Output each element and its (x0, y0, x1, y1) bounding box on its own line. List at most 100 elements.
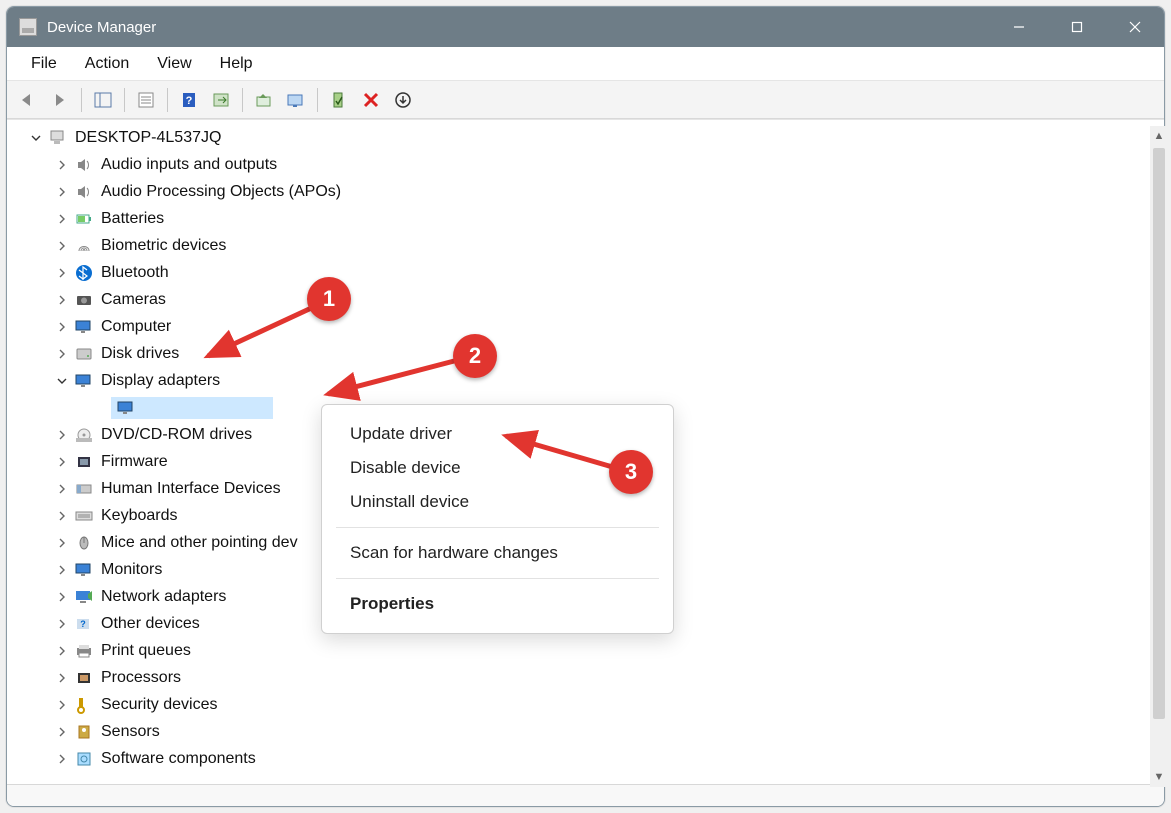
chevron-right-icon[interactable] (53, 426, 71, 444)
fingerprint-icon (73, 236, 95, 256)
tree-category[interactable]: Software components (13, 745, 1164, 772)
menu-file[interactable]: File (17, 51, 71, 77)
menu-view[interactable]: View (143, 51, 205, 77)
annotation-badge-3: 3 (609, 450, 653, 494)
chevron-right-icon[interactable] (53, 669, 71, 687)
tree-category[interactable]: Bluetooth (13, 259, 1164, 286)
scroll-track[interactable] (1150, 146, 1168, 767)
annotation-badge-2: 2 (453, 334, 497, 378)
close-button[interactable] (1106, 7, 1164, 47)
tree-category-label: Other devices (101, 616, 200, 632)
tree-category[interactable]: Computer (13, 313, 1164, 340)
chevron-right-icon[interactable] (53, 345, 71, 363)
chevron-right-icon[interactable] (53, 264, 71, 282)
tree-category-label: Software components (101, 751, 256, 767)
statusbar (7, 784, 1164, 806)
tree-category-label: Processors (101, 670, 181, 686)
tree-category[interactable]: Batteries (13, 205, 1164, 232)
update-driver-button[interactable] (249, 86, 279, 114)
tree-category-label: Monitors (101, 562, 162, 578)
tree-category-label: Audio Processing Objects (APOs) (101, 184, 341, 200)
chevron-right-icon[interactable] (53, 156, 71, 174)
tree-category-label: Display adapters (101, 373, 220, 389)
scan-hardware-button[interactable] (281, 86, 311, 114)
back-button[interactable] (13, 86, 43, 114)
chevron-right-icon[interactable] (53, 723, 71, 741)
titlebar: Device Manager (7, 7, 1164, 47)
chevron-right-icon[interactable] (53, 210, 71, 228)
action-button[interactable] (206, 86, 236, 114)
hid-icon (73, 479, 95, 499)
chevron-right-icon[interactable] (53, 534, 71, 552)
other-icon: ? (73, 614, 95, 634)
tree-category[interactable]: Audio Processing Objects (APOs) (13, 178, 1164, 205)
show-hide-tree-button[interactable] (88, 86, 118, 114)
maximize-button[interactable] (1048, 7, 1106, 47)
battery-icon (73, 209, 95, 229)
tree-category[interactable]: Audio inputs and outputs (13, 151, 1164, 178)
tree-category[interactable]: Display adapters (13, 367, 1164, 394)
chevron-down-icon[interactable] (27, 129, 45, 147)
minimize-button[interactable] (990, 7, 1048, 47)
sensor-icon (73, 722, 95, 742)
chevron-right-icon[interactable] (53, 615, 71, 633)
computer-icon (47, 128, 69, 148)
tree-category-label: Batteries (101, 211, 164, 227)
context-menu-item[interactable]: Properties (322, 587, 673, 621)
scroll-thumb[interactable] (1153, 148, 1165, 719)
tree-category-label: Cameras (101, 292, 166, 308)
chevron-right-icon[interactable] (53, 237, 71, 255)
monitor-icon (73, 371, 95, 391)
enable-device-button[interactable] (324, 86, 354, 114)
chevron-right-icon[interactable] (53, 642, 71, 660)
tree-category[interactable]: Cameras (13, 286, 1164, 313)
monitor-icon (115, 398, 137, 418)
context-menu-item[interactable]: Scan for hardware changes (322, 536, 673, 570)
tree-category[interactable]: Disk drives (13, 340, 1164, 367)
monitor-icon (73, 560, 95, 580)
disable-device-button[interactable] (356, 86, 386, 114)
tree-category-label: Computer (101, 319, 171, 335)
chevron-right-icon[interactable] (53, 750, 71, 768)
tree-category[interactable]: Processors (13, 664, 1164, 691)
svg-text:?: ? (186, 95, 193, 107)
speaker-icon (73, 182, 95, 202)
chevron-right-icon[interactable] (53, 480, 71, 498)
menubar: File Action View Help (7, 47, 1164, 81)
context-menu-item[interactable]: Update driver (322, 417, 673, 451)
forward-button[interactable] (45, 86, 75, 114)
chevron-right-icon[interactable] (53, 291, 71, 309)
scroll-up-icon[interactable]: ▲ (1150, 126, 1168, 146)
tree-category[interactable]: Sensors (13, 718, 1164, 745)
cpu-icon (73, 668, 95, 688)
vertical-scrollbar[interactable]: ▲ ▼ (1150, 126, 1168, 787)
keyboard-icon (73, 506, 95, 526)
tree-category-label: Network adapters (101, 589, 226, 605)
help-button[interactable]: ? (174, 86, 204, 114)
menu-help[interactable]: Help (206, 51, 267, 77)
chevron-right-icon[interactable] (53, 588, 71, 606)
uninstall-device-button[interactable] (388, 86, 418, 114)
tree-category[interactable]: Print queues (13, 637, 1164, 664)
context-menu: Update driverDisable deviceUninstall dev… (321, 404, 674, 634)
annotation-badge-1: 1 (307, 277, 351, 321)
window-title: Device Manager (47, 19, 156, 36)
properties-button[interactable] (131, 86, 161, 114)
scroll-down-icon[interactable]: ▼ (1150, 767, 1168, 787)
chevron-right-icon[interactable] (53, 453, 71, 471)
tree-root[interactable]: DESKTOP-4L537JQ (13, 124, 1164, 151)
tree-root-label: DESKTOP-4L537JQ (75, 130, 221, 146)
chevron-right-icon[interactable] (53, 507, 71, 525)
chevron-right-icon[interactable] (53, 561, 71, 579)
tree-category[interactable]: Security devices (13, 691, 1164, 718)
tree-category-label: Bluetooth (101, 265, 169, 281)
tree-category-label: Disk drives (101, 346, 179, 362)
chevron-down-icon[interactable] (53, 372, 71, 390)
chevron-right-icon[interactable] (53, 696, 71, 714)
chevron-right-icon[interactable] (53, 183, 71, 201)
menu-action[interactable]: Action (71, 51, 143, 77)
chevron-right-icon[interactable] (53, 318, 71, 336)
tree-category[interactable]: Biometric devices (13, 232, 1164, 259)
tree-category-label: Audio inputs and outputs (101, 157, 277, 173)
app-icon (19, 18, 37, 36)
